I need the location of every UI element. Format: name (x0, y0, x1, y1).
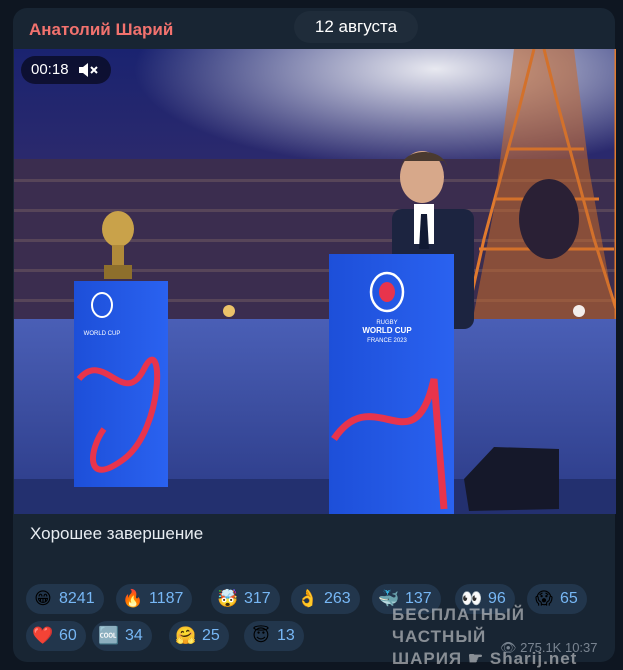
reaction-ok-hand[interactable]: 👌 263 (291, 584, 360, 614)
red-heart-icon: ❤️ (32, 626, 54, 646)
reaction-angel-face[interactable]: 😇 13 (244, 621, 304, 651)
pointing-hand-icon: ☛ (467, 649, 485, 668)
fire-icon: 🔥 (122, 589, 144, 609)
left-podium: WORLD CUP (74, 281, 168, 487)
grinning-face-icon: 😁 (34, 589, 52, 609)
lectern-text-2: WORLD CUP (362, 326, 412, 335)
watermark-line2: ШАРИЯ (392, 649, 463, 668)
reaction-count: 13 (277, 627, 295, 644)
cool-button-icon: 🆒 (98, 626, 120, 646)
reaction-count: 8241 (59, 590, 95, 607)
message-caption: Хорошее завершение (30, 524, 204, 543)
hugging-face-icon: 🤗 (175, 626, 197, 646)
reaction-count: 1187 (149, 590, 184, 607)
reaction-exploding-head[interactable]: 🤯 317 (211, 584, 280, 614)
volume-muted-icon[interactable] (77, 61, 99, 79)
duration-text: 00:18 (31, 61, 69, 78)
angel-face-icon: 😇 (252, 626, 270, 646)
lectern: RUGBY WORLD CUP FRANCE 2023 (329, 254, 454, 514)
video-frame: WORLD CUP RUGBY WORLD CUP FRANCE 2023 (14, 49, 616, 514)
reaction-count: 60 (59, 627, 77, 644)
reaction-count: 25 (202, 627, 220, 644)
reaction-cool-button[interactable]: 🆒 34 (92, 621, 152, 651)
date-badge: 12 августа (294, 11, 418, 43)
message-time: 10:37 (564, 640, 598, 655)
message-meta: 👁 275.1K 10:37 (500, 640, 598, 656)
sender-name[interactable]: Анатолий Шарий (29, 20, 173, 40)
lectern-text-3: FRANCE 2023 (367, 338, 407, 344)
eye-icon: 👁 (500, 640, 517, 655)
video-duration[interactable]: 00:18 (21, 56, 111, 84)
view-count: 275.1K (520, 640, 562, 655)
video-player[interactable]: WORLD CUP RUGBY WORLD CUP FRANCE 2023 (14, 49, 616, 514)
reaction-red-heart[interactable]: ❤️ 60 (26, 621, 86, 651)
watermark: БЕСПЛАТНЫЙ ЧАСТНЫЙ ШАРИЯ ☛ Sharij.net (392, 604, 623, 670)
reaction-fire[interactable]: 🔥 1187 (116, 584, 193, 614)
reaction-grinning-face[interactable]: 😁 8241 (26, 584, 104, 614)
reaction-hugging-face[interactable]: 🤗 25 (169, 621, 229, 651)
reaction-count: 317 (244, 590, 271, 607)
reaction-count: 34 (125, 627, 143, 644)
left-podium-text: WORLD CUP (84, 331, 121, 337)
ok-hand-icon: 👌 (297, 589, 319, 609)
exploding-head-icon: 🤯 (217, 589, 239, 609)
reaction-count: 263 (324, 590, 351, 607)
